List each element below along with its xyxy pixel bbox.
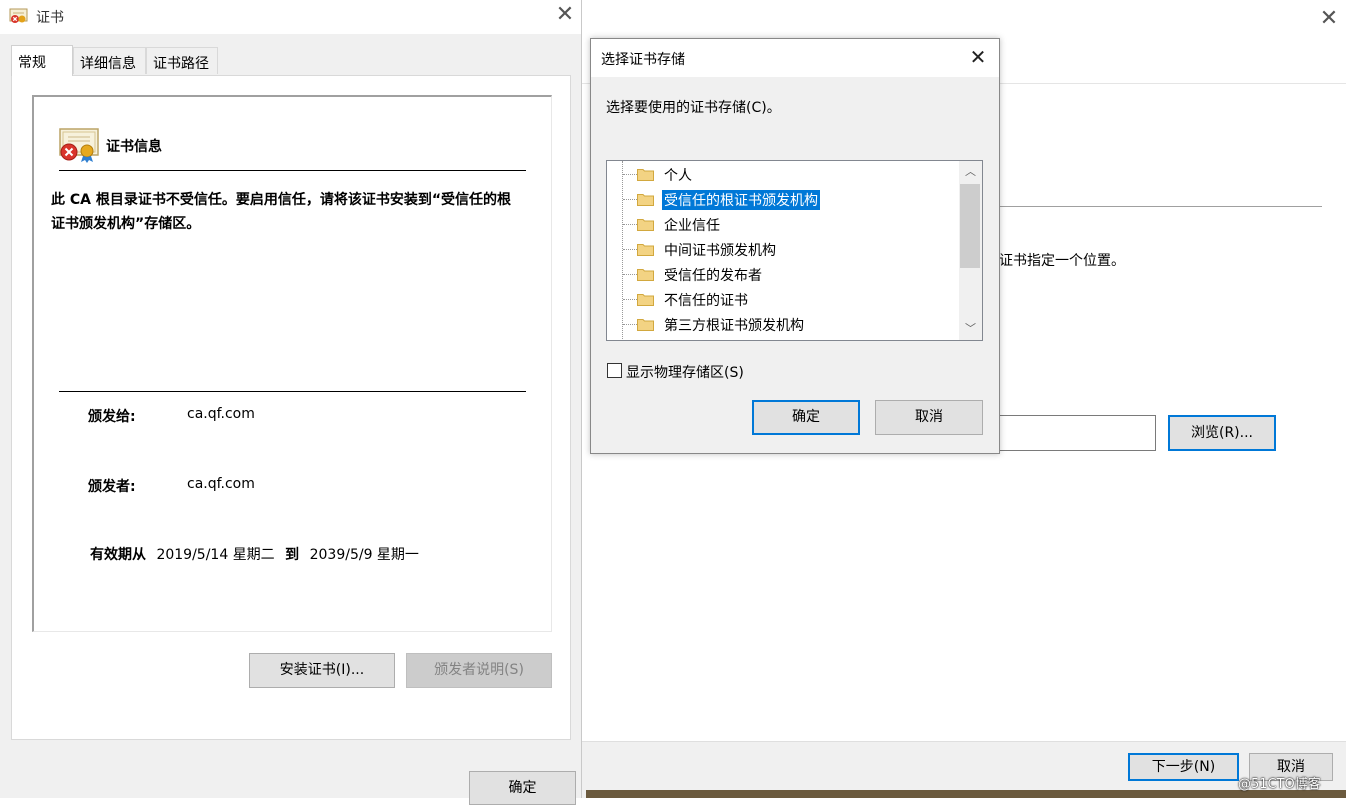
certificate-ok-button[interactable]: 确定 [469,771,576,805]
store-ok-button[interactable]: 确定 [752,400,860,435]
scrollbar-thumb[interactable] [960,184,980,268]
folder-icon [637,169,654,181]
validity-period: 有效期从 2019/5/14 星期二 到 2039/5/9 星期一 [90,544,419,564]
folder-icon [637,319,654,331]
certificate-info-heading: 证书信息 [106,139,162,155]
tree-item-label: 企业信任 [664,218,720,234]
tree-item-untrusted[interactable]: 不信任的证书 [607,287,962,312]
tree-item-personal[interactable]: 个人 [607,162,962,187]
divider [998,206,1322,207]
tree-item-label: 受信任的发布者 [664,268,762,284]
close-icon[interactable]: ✕ [1317,8,1341,32]
validity-to: 到 [285,547,300,563]
close-icon[interactable]: ✕ [553,4,577,28]
divider [59,391,526,392]
tree-guide-line [622,161,624,339]
install-certificate-button[interactable]: 安装证书(I)... [249,653,395,688]
tab-certification-path[interactable]: 证书路径 [146,47,218,74]
certificate-small-icon [9,7,29,25]
issued-to-label: 颁发给: [88,409,136,425]
show-physical-stores-checkbox[interactable] [607,363,622,378]
browse-button[interactable]: 浏览(R)... [1168,415,1276,451]
tree-item-label: 个人 [664,168,692,184]
desktop-background-strip [586,790,1346,798]
tree-item-label: 受信任的根证书颁发机构 [662,190,820,210]
certificate-error-icon [58,127,100,163]
tree-item-label: 第三方根证书颁发机构 [664,318,804,334]
close-icon[interactable]: ✕ [966,46,990,70]
validity-label: 有效期从 [90,547,146,563]
folder-icon [637,194,654,206]
store-cancel-button[interactable]: 取消 [875,400,983,435]
issued-by-value: ca.qf.com [187,476,255,492]
show-physical-stores-label[interactable]: 显示物理存储区(S) [626,362,744,382]
certificate-store-input[interactable] [998,415,1156,451]
chevron-down-icon[interactable]: ﹀ [959,318,982,340]
tree-item-intermediate-ca[interactable]: 中间证书颁发机构 [607,237,962,262]
tree-item-trusted-publishers[interactable]: 受信任的发布者 [607,262,962,287]
tab-details[interactable]: 详细信息 [73,47,146,74]
issuer-statement-button: 颁发者说明(S) [406,653,552,688]
issued-to-value: ca.qf.com [187,406,255,422]
certificate-titlebar [0,0,581,34]
tree-item-trusted-root[interactable]: 受信任的根证书颁发机构 [607,187,962,212]
trust-warning-text: 此 CA 根目录证书不受信任。要启用信任，请将该证书安装到“受信任的根证书颁发机… [51,192,512,232]
store-location-description: 证书指定一个位置。 [999,253,1125,269]
tab-general[interactable]: 常规 [11,45,73,76]
issued-by-label: 颁发者: [88,479,136,495]
valid-from: 2019/5/14 星期二 [156,547,275,563]
chevron-up-icon[interactable]: ︿ [959,161,982,183]
folder-icon [637,269,654,281]
tree-item-third-party-root[interactable]: 第三方根证书颁发机构 [607,312,962,337]
select-store-prompt: 选择要使用的证书存储(C)。 [606,100,781,116]
select-store-title: 选择证书存储 [601,52,685,68]
certificate-window-title: 证书 [36,10,64,26]
tree-item-label: 不信任的证书 [664,293,748,309]
watermark: @51CTO博客 [1238,777,1321,792]
next-button[interactable]: 下一步(N) [1128,753,1239,781]
store-tree[interactable]: 个人 受信任的根证书颁发机构 企业信任 中间证书颁发机构 受信任的发布者 不信任… [606,160,983,341]
folder-icon [637,294,654,306]
valid-to: 2039/5/9 星期一 [309,547,419,563]
divider [59,170,526,171]
tree-item-label: 中间证书颁发机构 [664,243,776,259]
folder-icon [637,219,654,231]
folder-icon [637,244,654,256]
tree-item-enterprise-trust[interactable]: 企业信任 [607,212,962,237]
